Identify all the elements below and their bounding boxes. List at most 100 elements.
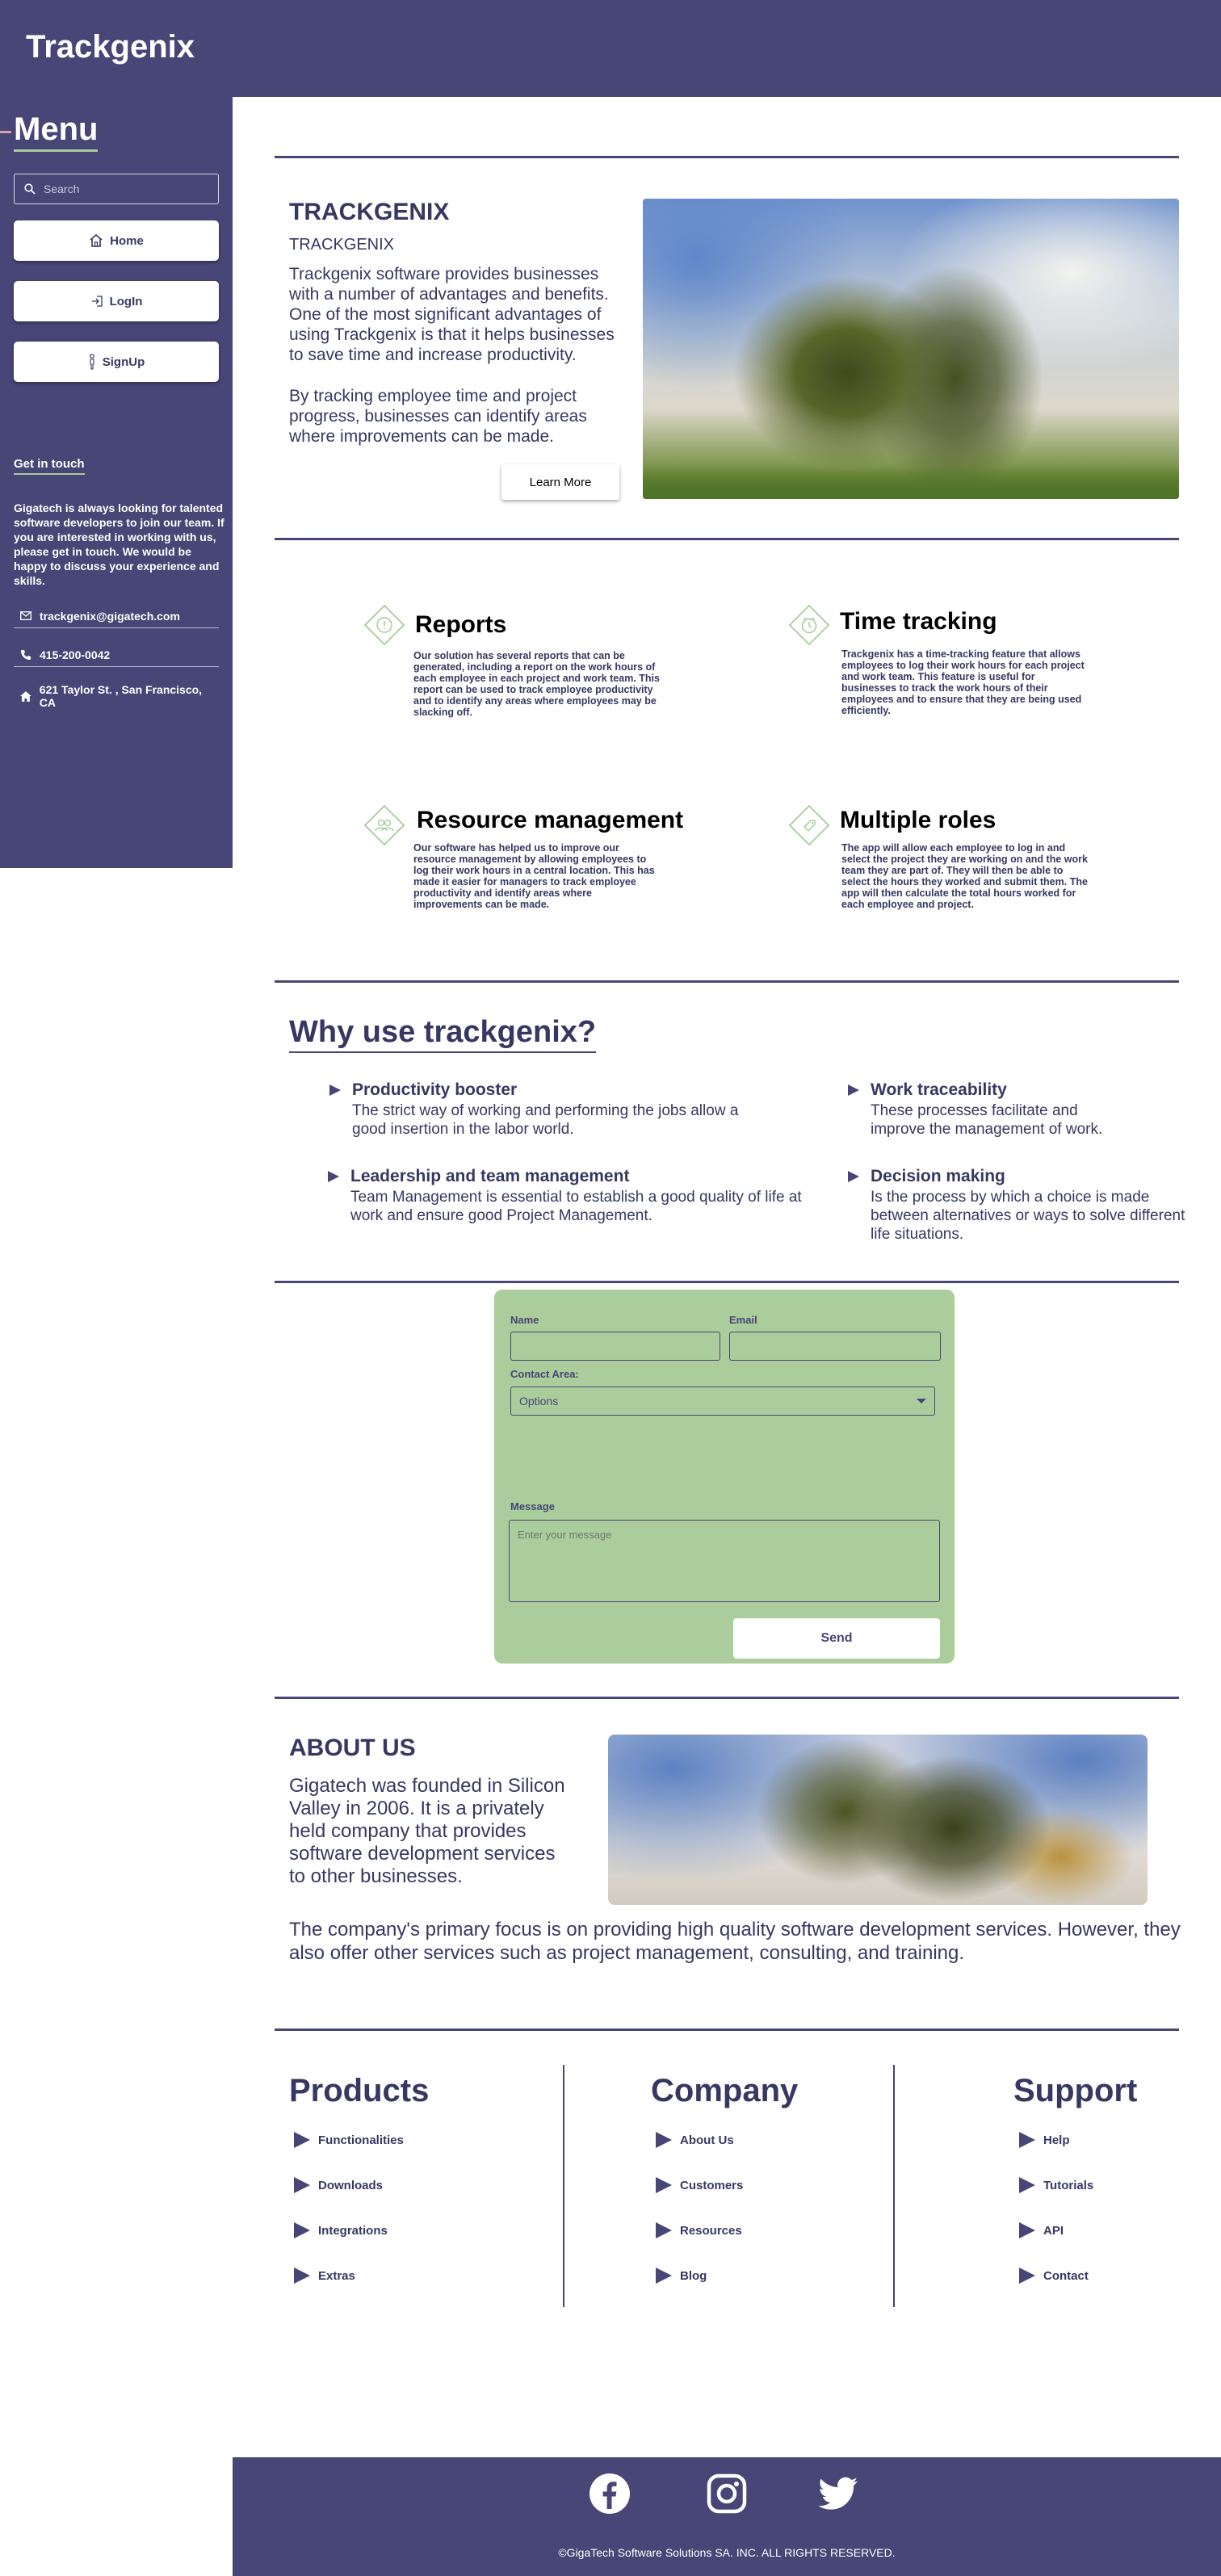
hero-paragraph-2: By tracking employee time and project pr… <box>289 387 587 446</box>
triangle-bullet-icon <box>328 1171 339 1182</box>
search-input[interactable] <box>44 183 205 195</box>
instagram-icon[interactable] <box>705 2472 749 2515</box>
site-footer: ©GigaTech Software Solutions SA. INC. AL… <box>233 2457 1221 2576</box>
nav-home-label: Home <box>110 233 144 248</box>
footer-link-label: Customers <box>680 2178 744 2192</box>
menu-title: Menu <box>14 111 99 152</box>
triangle-bullet-icon <box>1019 2222 1035 2238</box>
menu-accent-mark <box>0 131 11 133</box>
why-text: These processes facilitate and improve t… <box>871 1102 1103 1138</box>
triangle-bullet-icon <box>656 2132 672 2148</box>
footer-link-label: Contact <box>1043 2268 1089 2283</box>
footer-link-label: Tutorials <box>1043 2178 1094 2192</box>
feature-text-reports: Our solution has several reports that ca… <box>413 650 660 718</box>
message-label: Message <box>510 1500 555 1512</box>
footer-link-label: Resources <box>680 2223 742 2238</box>
triangle-bullet-icon <box>656 2268 672 2284</box>
home-icon <box>90 234 103 247</box>
feature-text-multiple-roles: The app will allow each employee to log … <box>841 842 1088 910</box>
contact-email[interactable]: trackgenix@gigatech.com <box>14 604 219 628</box>
footer-link[interactable]: Functionalities <box>294 2132 404 2148</box>
section-divider <box>275 1697 1179 1699</box>
footer-link[interactable]: About Us <box>656 2132 734 2148</box>
login-icon <box>91 296 103 307</box>
mail-icon <box>20 611 31 620</box>
facebook-icon[interactable] <box>588 2472 631 2515</box>
footer-link[interactable]: Resources <box>656 2222 742 2238</box>
footer-link[interactable]: Extras <box>294 2268 355 2284</box>
search-box[interactable] <box>14 174 219 204</box>
footer-link-label: API <box>1043 2223 1064 2238</box>
nav-home-button[interactable]: Home <box>14 220 219 261</box>
footer-link-label: Help <box>1043 2133 1070 2147</box>
contact-address-text: 621 Taylor St. , San Francisco, CA <box>39 683 203 709</box>
nav-login-label: LogIn <box>109 294 143 308</box>
contact-phone[interactable]: 415-200-0042 <box>14 643 219 667</box>
footer-company-title: Company <box>651 2073 799 2108</box>
name-field[interactable] <box>510 1332 720 1361</box>
get-in-touch-text: Gigatech is always looking for talented … <box>14 501 224 587</box>
email-label: Email <box>729 1314 757 1326</box>
learn-more-button[interactable]: Learn More <box>501 464 619 500</box>
triangle-bullet-icon <box>294 2268 310 2284</box>
triangle-bullet-icon <box>329 1085 341 1096</box>
house-icon <box>20 690 31 702</box>
hero-subtitle: TRACKGENIX <box>289 236 395 254</box>
email-field[interactable] <box>729 1332 941 1361</box>
footer-link-label: Functionalities <box>318 2133 404 2147</box>
footer-link[interactable]: Customers <box>656 2177 743 2193</box>
contact-phone-text: 415-200-0042 <box>40 648 111 661</box>
about-paragraph-2: The company's primary focus is on provid… <box>289 1919 1181 1964</box>
nav-signup-button[interactable]: SignUp <box>14 342 219 382</box>
contact-area-value: Options <box>519 1395 559 1408</box>
footer-column-divider <box>563 2065 564 2307</box>
hero-title: TRACKGENIX <box>289 199 450 225</box>
why-text: Is the process by which a choice is made… <box>871 1189 1185 1243</box>
copyright-text: ©GigaTech Software Solutions SA. INC. AL… <box>558 2546 896 2559</box>
section-divider <box>275 2028 1179 2031</box>
send-button[interactable]: Send <box>733 1618 940 1659</box>
footer-link[interactable]: API <box>1019 2222 1064 2238</box>
message-field[interactable] <box>509 1520 940 1602</box>
footer-link[interactable]: Downloads <box>294 2177 383 2193</box>
footer-link[interactable]: Integrations <box>294 2222 388 2238</box>
footer-link-label: Extras <box>318 2268 355 2283</box>
feature-title-reports: Reports <box>415 611 507 638</box>
why-title: Why use trackgenix? <box>289 1015 597 1053</box>
footer-products-title: Products <box>289 2073 430 2108</box>
person-icon <box>89 354 94 370</box>
brand-logo[interactable]: Trackgenix <box>26 29 195 65</box>
feature-title-resource-management: Resource management <box>417 807 684 833</box>
section-divider <box>275 538 1179 540</box>
feature-text-resource-management: Our software has helped us to improve ou… <box>413 842 655 910</box>
why-heading: Leadership and team management <box>350 1167 630 1185</box>
why-heading: Decision making <box>871 1167 1005 1185</box>
top-header: Trackgenix <box>0 0 1221 97</box>
feature-title-multiple-roles: Multiple roles <box>840 807 997 833</box>
contact-area-select[interactable]: Options <box>510 1387 935 1416</box>
triangle-bullet-icon <box>1019 2132 1035 2148</box>
triangle-bullet-icon <box>294 2132 310 2148</box>
why-heading: Work traceability <box>871 1080 1007 1099</box>
contact-area-label: Contact Area: <box>510 1368 579 1380</box>
tag-icon <box>788 804 830 846</box>
contact-email-text: trackgenix@gigatech.com <box>40 609 180 623</box>
about-paragraph-1: Gigatech was founded in Silicon Valley i… <box>289 1775 565 1887</box>
nav-login-button[interactable]: LogIn <box>14 281 219 321</box>
footer-link[interactable]: Help <box>1019 2132 1070 2148</box>
twitter-icon[interactable] <box>816 2472 860 2515</box>
section-divider <box>275 980 1179 983</box>
get-in-touch-heading[interactable]: Get in touch <box>14 457 85 475</box>
footer-link[interactable]: Contact <box>1019 2268 1089 2284</box>
footer-link-label: Downloads <box>318 2178 384 2192</box>
feature-title-time-tracking: Time tracking <box>840 608 997 635</box>
footer-link-label: Blog <box>680 2268 707 2283</box>
footer-link[interactable]: Blog <box>656 2268 707 2284</box>
chevron-down-icon <box>917 1399 926 1403</box>
name-label: Name <box>510 1314 539 1326</box>
users-icon <box>363 804 405 846</box>
footer-link[interactable]: Tutorials <box>1019 2177 1093 2193</box>
alert-circle-icon <box>363 604 405 646</box>
contact-address[interactable]: 621 Taylor St. , San Francisco, CA <box>14 683 219 709</box>
about-image <box>608 1735 1148 1905</box>
